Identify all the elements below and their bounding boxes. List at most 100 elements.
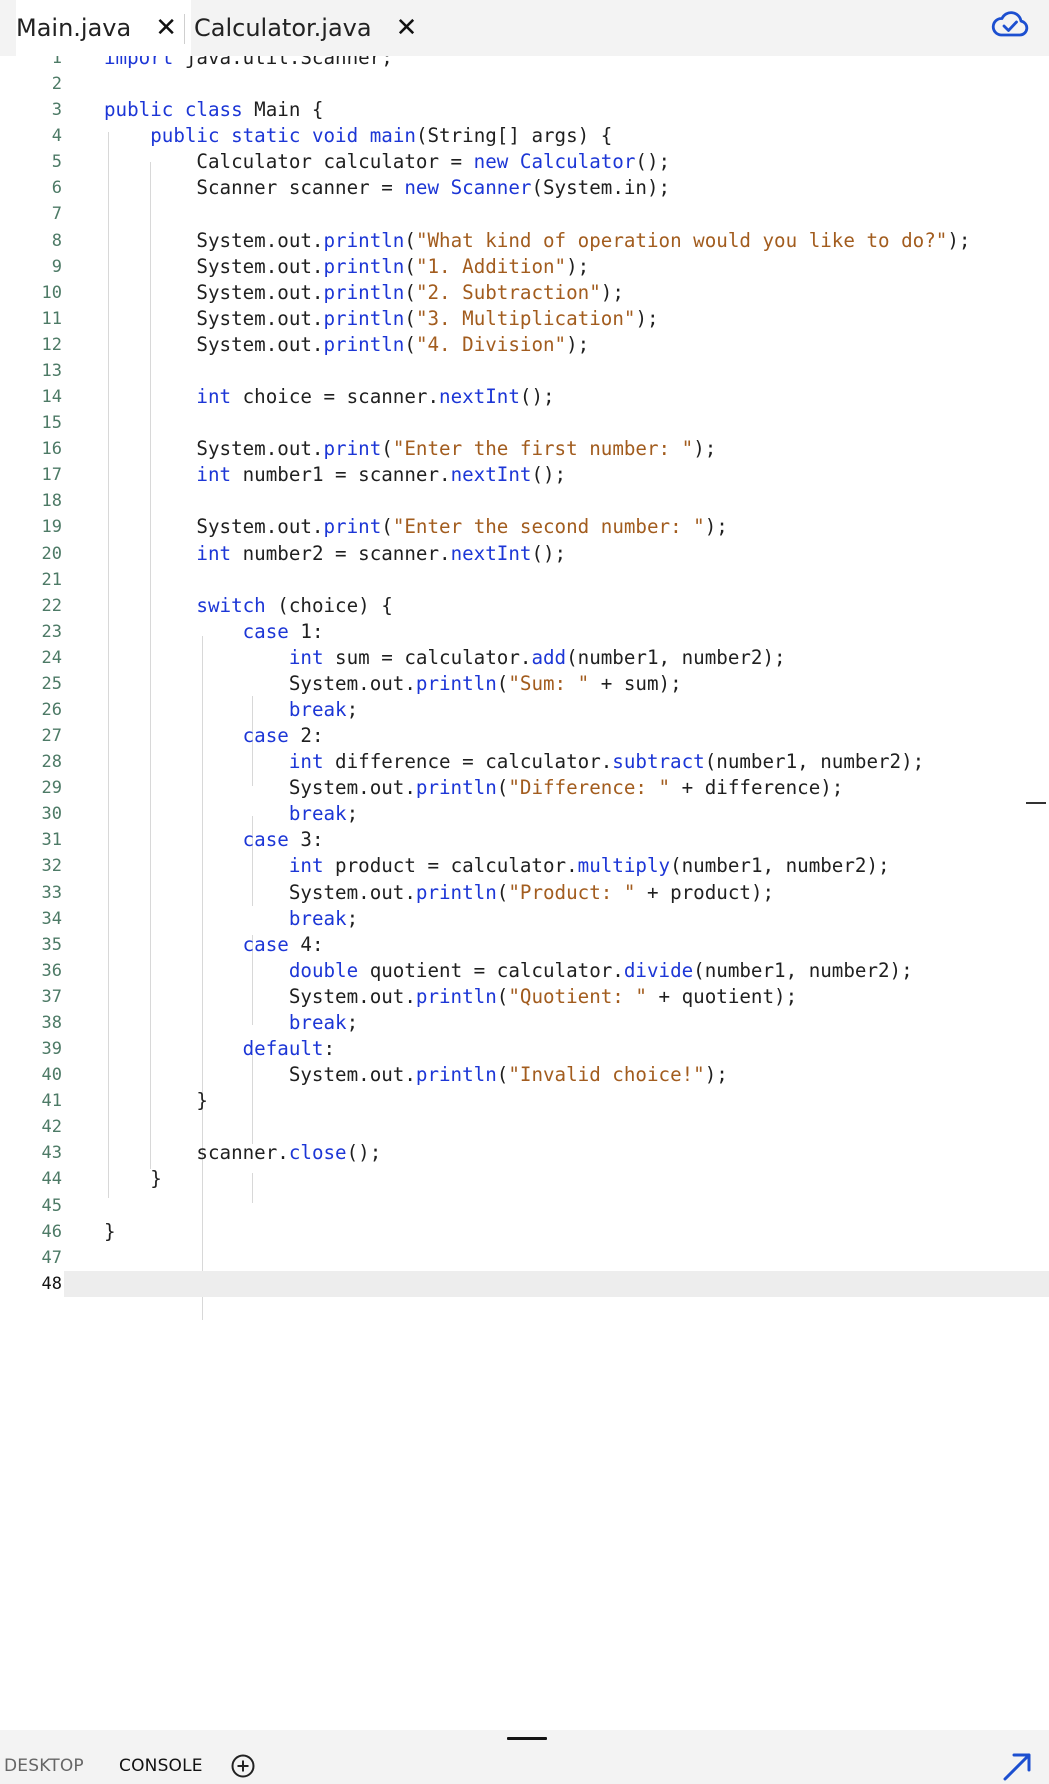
line-number: 29 [41, 778, 62, 799]
code-line[interactable]: 31 case 3: [0, 827, 1049, 853]
line-number: 23 [41, 621, 62, 642]
code-line[interactable]: 12 System.out.println("4. Division"); [0, 332, 1049, 358]
code-line[interactable]: 42 [0, 1114, 1049, 1140]
code-line[interactable]: 2 [0, 71, 1049, 97]
code-token: double [288, 958, 359, 982]
close-icon[interactable]: ✕ [155, 13, 177, 43]
code-line[interactable]: 30 break; [0, 801, 1049, 827]
code-text: break; [104, 697, 358, 723]
code-line[interactable]: 36 double quotient = calculator.divide(n… [0, 958, 1049, 984]
code-token: int [288, 750, 324, 774]
code-line[interactable]: 32 int product = calculator.multiply(num… [0, 853, 1049, 879]
code-line[interactable]: 28 int difference = calculator.subtract(… [0, 749, 1049, 775]
line-number: 10 [41, 282, 62, 303]
tab-desktop[interactable]: DESKTOP [4, 1756, 84, 1776]
code-line[interactable]: 41 } [0, 1088, 1049, 1114]
code-token: println [415, 1063, 497, 1087]
code-text: scanner.close(); [104, 1140, 381, 1166]
code-text: int number2 = scanner.nextInt(); [104, 541, 566, 567]
line-number: 39 [41, 1039, 62, 1060]
line-number: 28 [41, 752, 62, 773]
code-token: "Invalid choice!" [508, 1063, 705, 1087]
code-token: ); [566, 332, 590, 356]
line-number: 9 [51, 256, 62, 277]
code-token: nextInt [450, 463, 532, 487]
code-text: case 2: [104, 723, 324, 749]
code-line[interactable]: 6 Scanner scanner = new Scanner(System.i… [0, 175, 1049, 201]
code-line[interactable]: 22 switch (choice) { [0, 593, 1049, 619]
tab-calculator-java[interactable]: Calculator.java ✕ [194, 0, 417, 56]
code-text: switch (choice) { [104, 593, 393, 619]
code-token: ); [635, 306, 659, 330]
code-token: ( [404, 280, 416, 304]
code-line[interactable]: 47 [0, 1245, 1049, 1271]
code-token: choice = scanner. [231, 385, 440, 409]
code-line[interactable]: 38 break; [0, 1010, 1049, 1036]
code-line[interactable]: 5 Calculator calculator = new Calculator… [0, 149, 1049, 175]
code-line[interactable]: 17 int number1 = scanner.nextInt(); [0, 462, 1049, 488]
code-line[interactable]: 44 } [0, 1166, 1049, 1192]
code-token: 1 [300, 619, 312, 643]
code-line[interactable]: 18 [0, 488, 1049, 514]
code-token: int [196, 463, 232, 487]
code-line[interactable]: 39 default: [0, 1036, 1049, 1062]
code-line[interactable]: 48 [42, 1270, 1049, 1297]
code-line[interactable]: 3 public class Main { [0, 97, 1049, 123]
code-line[interactable]: 4 public static void main(String[] args)… [0, 123, 1049, 149]
code-line[interactable]: 1 import java.util.Scanner; [0, 56, 1049, 71]
expand-arrow-icon[interactable] [1000, 1750, 1034, 1784]
code-line[interactable]: 10 System.out.println("2. Subtraction"); [0, 280, 1049, 306]
code-line[interactable]: 20 int number2 = scanner.nextInt(); [0, 541, 1049, 567]
code-text: System.out.println("Difference: " + diff… [104, 775, 844, 801]
code-line[interactable]: 33 System.out.println("Product: " + prod… [0, 880, 1049, 906]
code-line[interactable]: 37 System.out.println("Quotient: " + quo… [0, 984, 1049, 1010]
code-editor[interactable]: 1 import java.util.Scanner; 2 3 public class… [0, 56, 1049, 1730]
code-line[interactable]: 27 case 2: [0, 723, 1049, 749]
code-line[interactable]: 40 System.out.println("Invalid choice!")… [0, 1062, 1049, 1088]
code-token: ); [566, 254, 590, 278]
code-line[interactable]: 34 break; [0, 906, 1049, 932]
code-token: (choice) { [265, 593, 393, 617]
panel-resize-handle[interactable] [507, 1737, 547, 1740]
tab-main-java[interactable]: Main.java ✕ [16, 0, 192, 56]
code-token: public static void [150, 124, 359, 148]
line-number: 5 [51, 152, 62, 173]
close-icon[interactable]: ✕ [396, 13, 418, 43]
code-line[interactable]: 9 System.out.println("1. Addition"); [0, 254, 1049, 280]
tab-console[interactable]: CONSOLE [119, 1756, 203, 1776]
line-number: 18 [41, 491, 62, 512]
code-token: ( [381, 437, 393, 461]
line-number: 13 [41, 360, 62, 381]
code-token: difference = calculator. [323, 750, 613, 774]
code-token: println [323, 332, 405, 356]
code-line[interactable]: 15 [0, 410, 1049, 436]
code-line[interactable]: 29 System.out.println("Difference: " + d… [0, 775, 1049, 801]
code-line[interactable]: 45 [0, 1193, 1049, 1219]
line-number: 46 [41, 1221, 62, 1242]
code-token: System.out. [104, 776, 416, 800]
plus-circle-icon[interactable] [230, 1753, 256, 1779]
code-line[interactable]: 21 [0, 567, 1049, 593]
code-line[interactable]: 7 [0, 201, 1049, 227]
code-line[interactable]: 46} [0, 1219, 1049, 1245]
code-line[interactable]: 24 int sum = calculator.add(number1, num… [0, 645, 1049, 671]
code-line[interactable]: 26 break; [0, 697, 1049, 723]
code-line[interactable]: 16 System.out.print("Enter the first num… [0, 436, 1049, 462]
code-line[interactable]: 8 System.out.println("What kind of opera… [0, 228, 1049, 254]
line-number: 42 [41, 1117, 62, 1138]
code-line[interactable]: 25 System.out.println("Sum: " + sum); [0, 671, 1049, 697]
code-token: (); [519, 385, 555, 409]
cloud-check-icon[interactable] [990, 8, 1030, 40]
code-text: int difference = calculator.subtract(num… [104, 749, 924, 775]
code-line[interactable]: 11 System.out.println("3. Multiplication… [0, 306, 1049, 332]
scrollbar-position-marker[interactable] [1026, 802, 1046, 804]
code-line[interactable]: 35 case 4: [0, 932, 1049, 958]
code-line[interactable]: 19 System.out.print("Enter the second nu… [0, 514, 1049, 540]
code-token: System.out. [104, 306, 324, 330]
code-line[interactable]: 14 int choice = scanner.nextInt(); [0, 384, 1049, 410]
code-line[interactable]: 43 scanner.close(); [0, 1140, 1049, 1166]
code-line[interactable]: 23 case 1: [0, 619, 1049, 645]
code-line[interactable]: 13 [0, 358, 1049, 384]
